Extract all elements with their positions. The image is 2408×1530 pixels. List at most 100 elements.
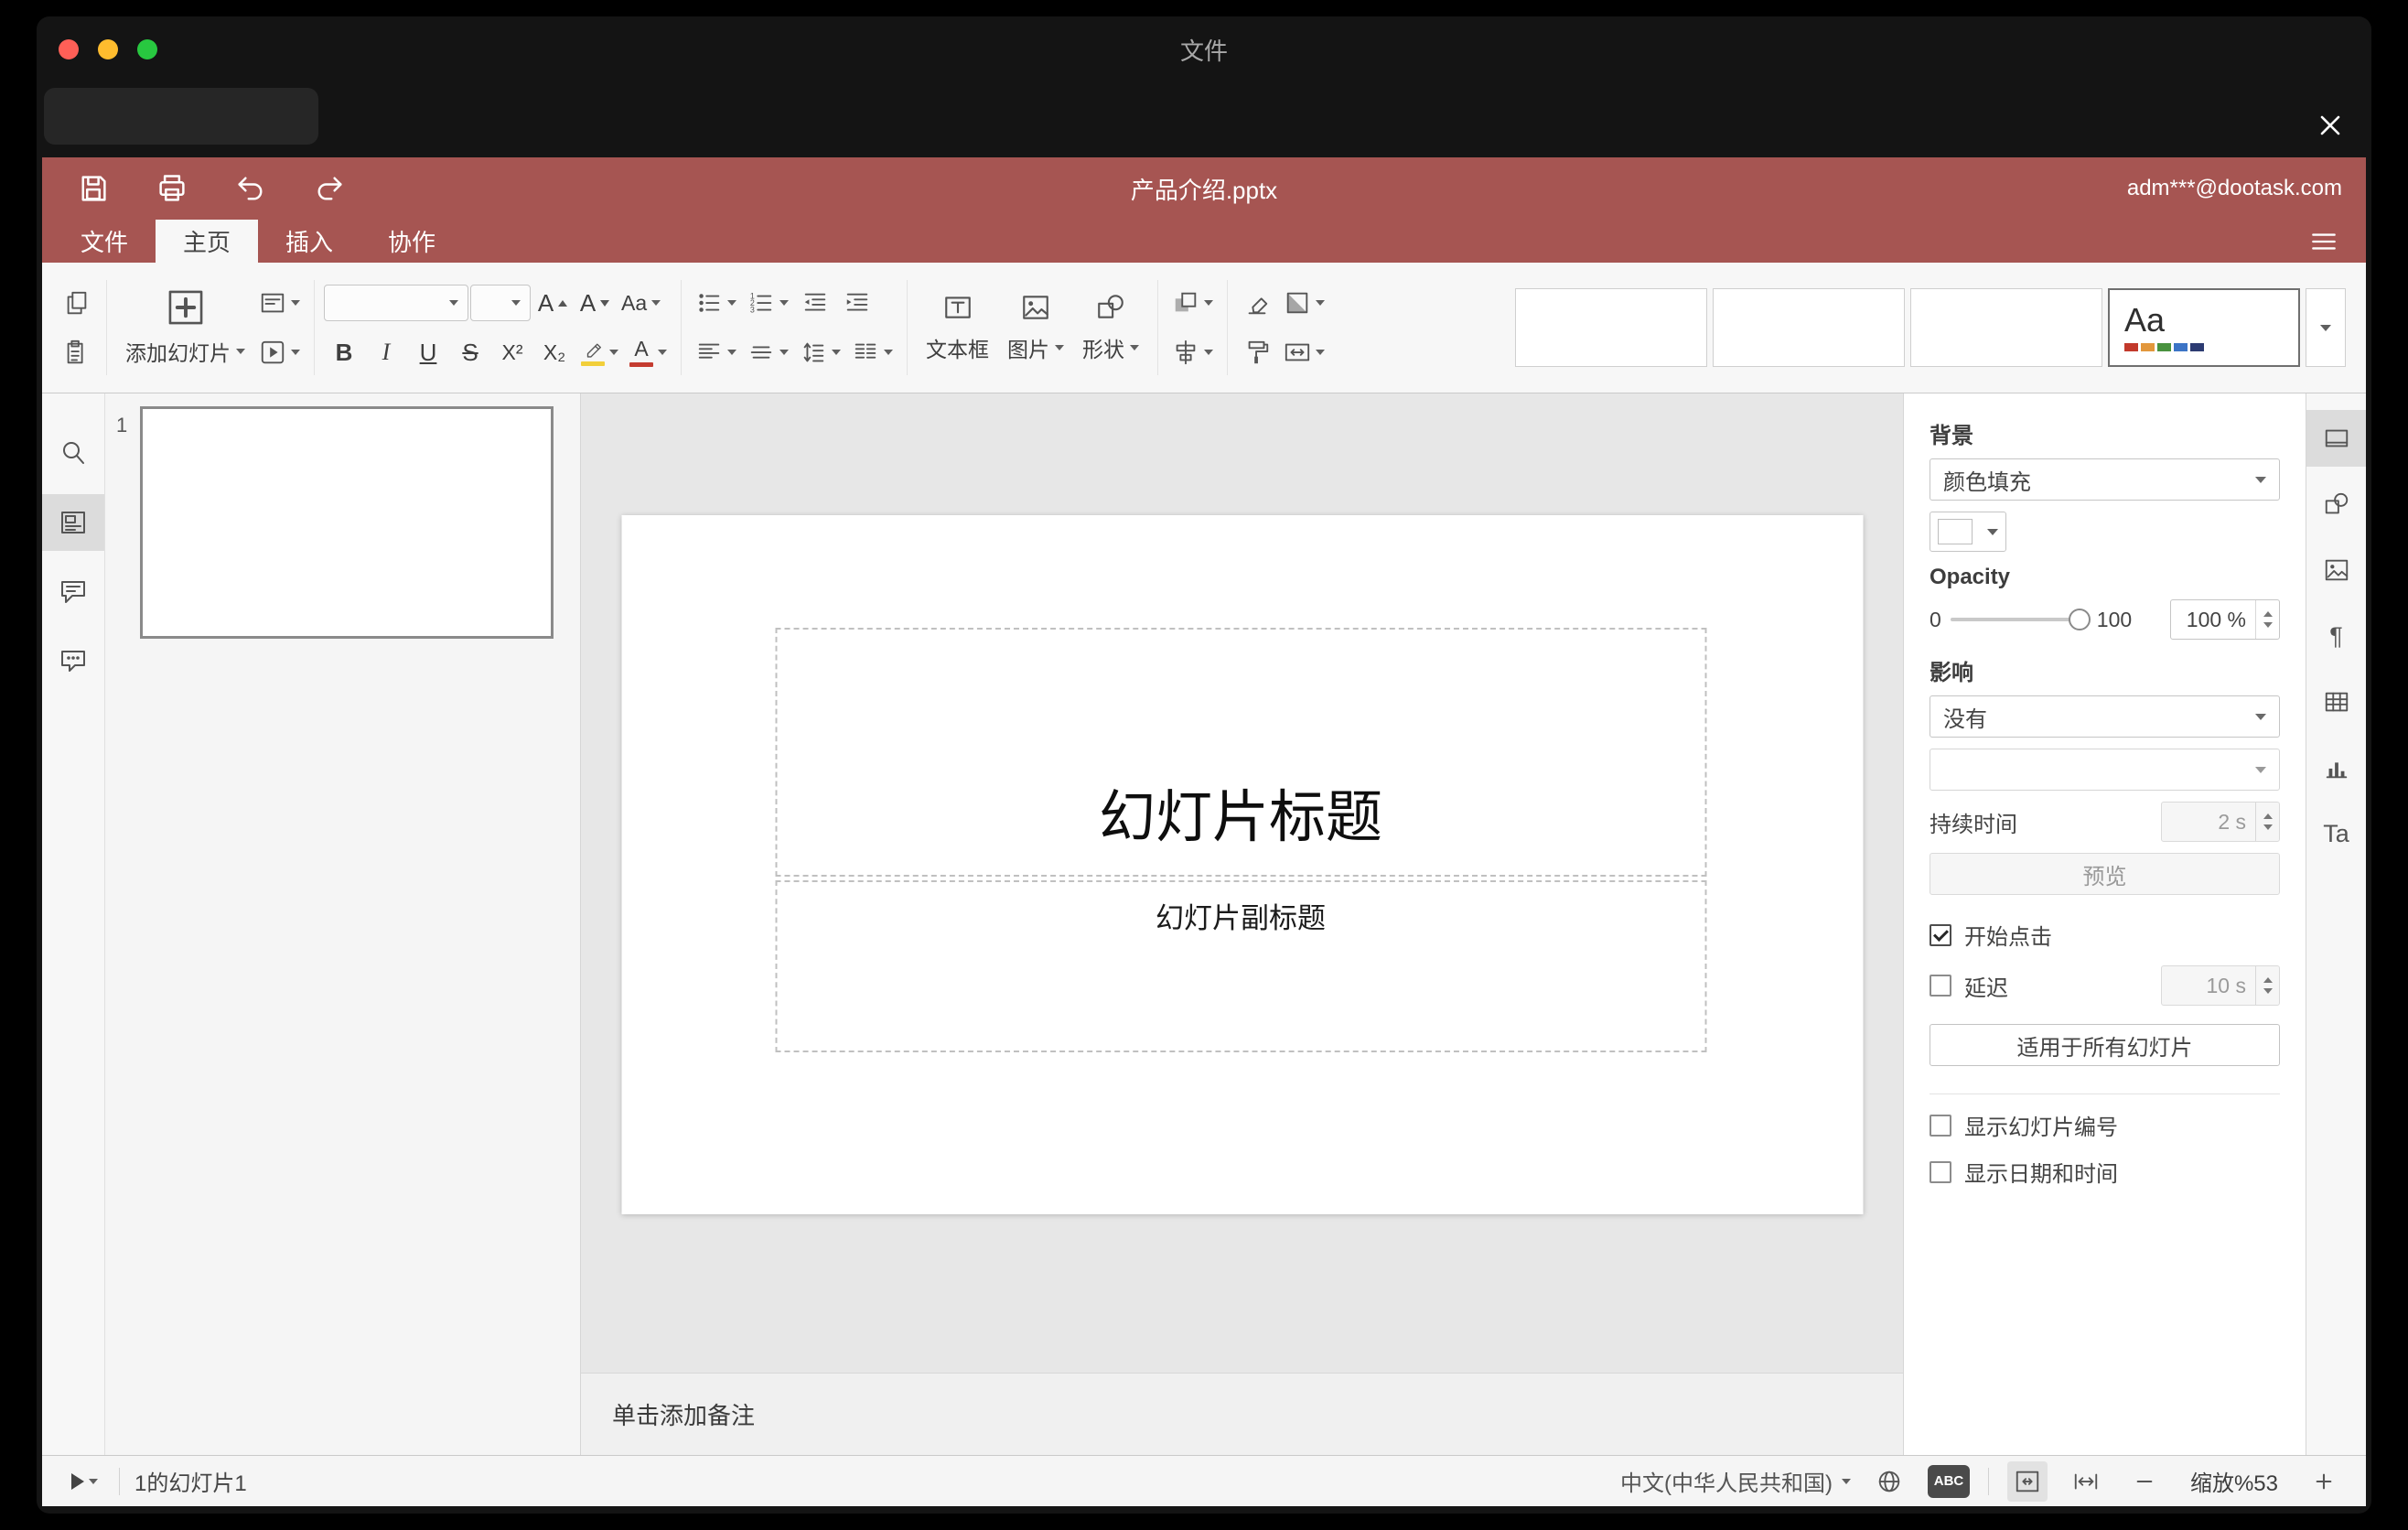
tab-insert[interactable]: 插入 — [258, 220, 360, 263]
font-size-select[interactable] — [470, 285, 531, 321]
increase-indent-button[interactable] — [837, 282, 877, 324]
comments-panel-button[interactable] — [42, 564, 104, 620]
notes-area[interactable]: 单击添加备注 — [581, 1373, 1903, 1455]
decrease-indent-button[interactable] — [795, 282, 835, 324]
font-color-button[interactable]: A — [625, 331, 672, 373]
insert-shape-button[interactable]: 形状 — [1073, 275, 1148, 381]
font-name-select[interactable] — [324, 285, 468, 321]
show-date-time-row[interactable]: 显示日期和时间 — [1930, 1156, 2280, 1188]
start-slideshow-button[interactable] — [254, 331, 305, 373]
effect-select[interactable]: 没有 — [1930, 695, 2280, 738]
title-placeholder[interactable]: 幻灯片标题 — [775, 628, 1706, 877]
set-document-language-button[interactable] — [1869, 1461, 1909, 1502]
macos-minimize-button[interactable] — [98, 39, 118, 59]
slide-thumbnail[interactable] — [140, 406, 554, 639]
background-fill-select[interactable]: 颜色填充 — [1930, 458, 2280, 501]
decrease-font-button[interactable]: A — [575, 282, 615, 324]
preview-button[interactable]: 预览 — [1930, 853, 2280, 895]
superscript-button[interactable]: X² — [492, 331, 532, 373]
zoom-in-button[interactable] — [2304, 1461, 2344, 1502]
undo-button[interactable] — [232, 170, 269, 207]
subtitle-placeholder[interactable]: 幻灯片副标题 — [775, 880, 1706, 1052]
align-shapes-button[interactable] — [1167, 331, 1218, 373]
opacity-spinner[interactable]: 100 % — [2170, 599, 2280, 640]
copy-style-button[interactable] — [1237, 331, 1277, 373]
change-case-button[interactable]: Aa — [617, 282, 665, 324]
strikethrough-button[interactable]: S — [450, 331, 490, 373]
spinner-arrows[interactable] — [2255, 966, 2279, 1005]
delay-spinner[interactable]: 10 s — [2161, 965, 2280, 1006]
show-slide-number-checkbox[interactable] — [1930, 1114, 1951, 1137]
copy-button[interactable] — [57, 282, 97, 324]
theme-option-3[interactable] — [1910, 288, 2102, 367]
increase-font-button[interactable]: A — [532, 282, 573, 324]
slide-size-button[interactable] — [1279, 331, 1329, 373]
duration-spinner[interactable]: 2 s — [2161, 802, 2280, 842]
close-button[interactable] — [2309, 104, 2351, 146]
theme-option-1[interactable] — [1515, 288, 1707, 367]
show-date-time-checkbox[interactable] — [1930, 1160, 1951, 1183]
spinner-arrows[interactable] — [2255, 600, 2279, 639]
horizontal-align-button[interactable] — [691, 331, 741, 373]
opacity-slider-knob[interactable] — [2068, 609, 2091, 630]
effect-type-select[interactable] — [1930, 749, 2280, 791]
subscript-button[interactable]: X₂ — [534, 331, 575, 373]
shape-fill-button[interactable] — [1279, 282, 1329, 324]
columns-button[interactable] — [847, 331, 898, 373]
line-spacing-button[interactable] — [795, 331, 845, 373]
fit-slide-button[interactable] — [2007, 1460, 2048, 1502]
redo-button[interactable] — [311, 170, 348, 207]
slide[interactable]: 幻灯片标题 幻灯片副标题 — [621, 515, 1863, 1214]
start-on-click-row[interactable]: 开始点击 — [1930, 919, 2280, 951]
clear-style-button[interactable] — [1237, 282, 1277, 324]
insert-image-button[interactable]: 图片 — [998, 275, 1073, 381]
zoom-out-button[interactable] — [2124, 1461, 2165, 1502]
macos-zoom-button[interactable] — [137, 39, 157, 59]
tab-home[interactable]: 主页 — [156, 220, 259, 263]
theme-gallery-expand-button[interactable] — [2306, 288, 2346, 367]
apply-to-all-slides-button[interactable]: 适用于所有幻灯片 — [1930, 1024, 2280, 1066]
table-settings-button[interactable] — [2306, 673, 2366, 730]
bullet-list-button[interactable] — [691, 282, 741, 324]
start-slideshow-status-button[interactable] — [64, 1463, 104, 1500]
background-color-picker[interactable] — [1930, 512, 2006, 552]
arrange-shapes-button[interactable] — [1167, 282, 1218, 324]
search-panel-button[interactable] — [42, 425, 104, 481]
textart-settings-button[interactable]: Ta — [2306, 805, 2366, 862]
image-settings-button[interactable] — [2306, 542, 2366, 598]
save-button[interactable] — [75, 170, 112, 207]
theme-option-2[interactable] — [1713, 288, 1905, 367]
start-on-click-checkbox[interactable] — [1930, 923, 1951, 946]
spinner-arrows[interactable] — [2255, 803, 2279, 841]
language-selector[interactable]: 中文(中华人民共和国) — [1620, 1465, 1851, 1497]
show-slide-number-row[interactable]: 显示幻灯片编号 — [1930, 1109, 2280, 1141]
numbered-list-button[interactable]: 123 — [743, 282, 793, 324]
underline-button[interactable]: U — [408, 331, 448, 373]
slides-panel-button[interactable] — [42, 494, 104, 551]
tab-collaboration[interactable]: 协作 — [360, 220, 463, 263]
chart-settings-button[interactable] — [2306, 739, 2366, 796]
italic-button[interactable]: I — [366, 331, 406, 373]
delay-checkbox-row[interactable]: 延迟 — [1930, 970, 2008, 1002]
vertical-align-button[interactable] — [743, 331, 793, 373]
menu-button[interactable] — [2306, 223, 2342, 260]
highlight-color-button[interactable] — [576, 331, 623, 373]
delay-checkbox[interactable] — [1930, 975, 1951, 997]
slide-settings-button[interactable] — [2306, 410, 2366, 467]
shape-settings-button[interactable] — [2306, 476, 2366, 533]
add-slide-button[interactable]: 添加幻灯片 — [116, 275, 254, 381]
paragraph-settings-button[interactable]: ¶ — [2306, 608, 2366, 664]
tab-file[interactable]: 文件 — [53, 220, 156, 263]
theme-option-selected[interactable]: Aa — [2108, 288, 2300, 367]
opacity-slider[interactable] — [1950, 609, 2091, 630]
macos-close-button[interactable] — [59, 39, 79, 59]
bold-button[interactable]: B — [324, 331, 364, 373]
fit-width-button[interactable] — [2066, 1461, 2106, 1502]
chat-panel-button[interactable] — [42, 633, 104, 690]
user-account[interactable]: adm***@dootask.com — [2127, 176, 2342, 201]
paste-button[interactable] — [57, 331, 97, 373]
slide-canvas[interactable]: 幻灯片标题 幻灯片副标题 — [581, 393, 1903, 1373]
print-button[interactable] — [154, 170, 190, 207]
spellcheck-button[interactable]: ABC — [1928, 1464, 1970, 1498]
slide-layout-button[interactable] — [254, 282, 305, 324]
